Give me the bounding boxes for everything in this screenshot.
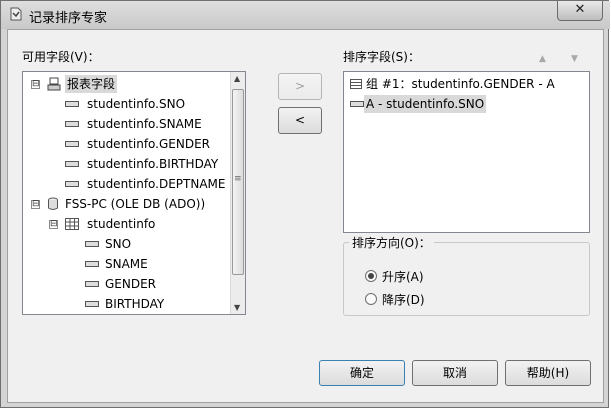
report-fields-icon [47,77,61,91]
sort-direction-group [343,242,590,316]
available-fields-tree[interactable]: ⊟ 报表字段 studentinfo.SNO studentinfo.SNAME… [22,71,246,315]
ok-button[interactable]: 确定 [319,360,405,386]
field-icon [65,181,79,187]
field-icon [65,161,79,167]
field-label: studentinfo.SNO [87,97,186,111]
close-button[interactable]: ✕ [557,1,603,21]
field-label: BIRTHDAY [105,297,165,311]
remove-field-button[interactable]: < [278,107,322,134]
cancel-button[interactable]: 取消 [412,360,498,386]
available-fields-label: 可用字段(V)： [22,50,100,64]
field-label: SNO [105,237,132,251]
close-icon: ✕ [574,2,586,17]
descending-label[interactable]: 降序(D) [382,291,425,308]
scroll-down-icon[interactable]: ▼ [234,303,240,312]
field-icon [85,241,99,247]
field-icon [65,121,79,127]
radio-selected-dot [368,273,374,279]
move-down-icon[interactable]: ▼ [571,54,578,64]
help-button[interactable]: 帮助(H) [505,360,591,386]
ascending-radio[interactable] [365,270,377,282]
field-label: studentinfo.DEPTNAME [87,177,226,191]
field-label: SNAME [105,257,148,271]
field-icon [85,261,99,267]
collapse-icon[interactable]: ⊟ [31,80,40,89]
sort-fields-list[interactable]: 组 #1：studentinfo.GENDER - A A - studenti… [343,71,590,233]
sort-fields-label: 排序字段(S)： [343,50,420,64]
add-field-button[interactable]: > [278,73,322,100]
field-label: studentinfo.GENDER [87,137,210,151]
move-up-icon[interactable]: ▲ [539,54,546,64]
field-icon [65,141,79,147]
collapse-icon[interactable]: ⊟ [31,200,40,209]
app-icon [10,7,22,21]
ascending-label[interactable]: 升序(A) [382,268,424,285]
table-icon [65,218,79,230]
tree-node-label: 报表字段 [65,75,118,93]
field-label: studentinfo.SNAME [87,117,202,131]
field-icon [85,281,99,287]
tree-node-label: FSS-PC (OLE DB (ADO)) [65,197,206,211]
scroll-up-icon[interactable]: ▲ [234,74,240,83]
tree-node-label: studentinfo [87,217,156,231]
sort-item-label: A - studentinfo.SNO [364,95,487,113]
group-icon [350,79,362,89]
descending-radio[interactable] [365,293,377,305]
field-icon [65,101,79,107]
field-label: GENDER [105,277,157,291]
title-bar[interactable]: 记录排序专家 ✕ [1,1,610,29]
vertical-scrollbar[interactable]: ▲ ≡ ▼ [230,72,245,314]
sort-direction-label: 排序方向(O)： [349,234,434,251]
field-icon [85,301,99,307]
field-icon [350,101,364,107]
sort-item-label: 组 #1：studentinfo.GENDER - A [366,77,555,91]
dialog-body: 可用字段(V)： ⊟ 报表字段 studentinfo.SNO studenti… [7,29,604,403]
database-icon [48,197,58,210]
field-label: studentinfo.BIRTHDAY [87,157,219,171]
grip-icon: ≡ [234,174,242,184]
window-title: 记录排序专家 [29,11,108,26]
scroll-thumb[interactable]: ≡ [232,89,244,275]
collapse-icon[interactable]: ⊟ [49,220,58,229]
dialog-window: 记录排序专家 ✕ 可用字段(V)： ⊟ 报表字段 studentinfo.SNO [0,0,610,408]
